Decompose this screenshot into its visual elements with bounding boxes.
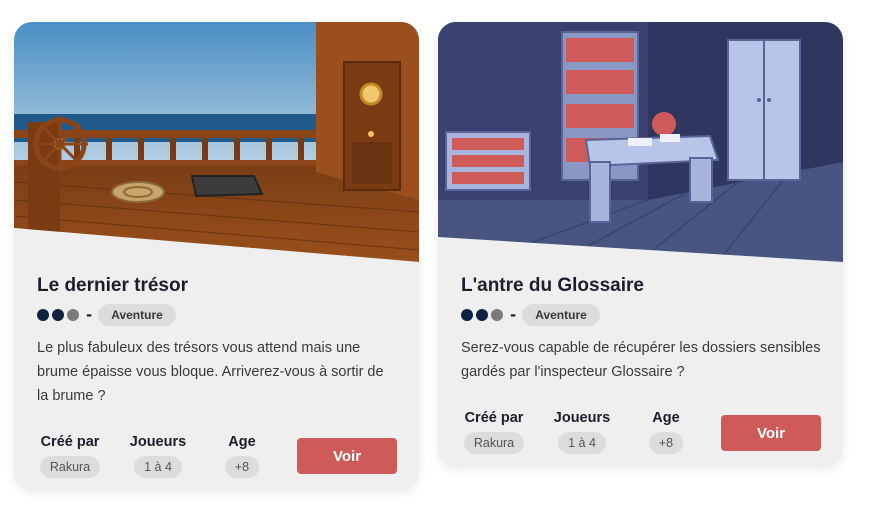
meta-separator: - — [86, 306, 93, 324]
card-title: L'antre du Glossaire — [461, 275, 644, 296]
office-illustration — [438, 22, 843, 262]
card-meta: - Aventure — [37, 304, 176, 326]
players-value: 1 à 4 — [558, 432, 606, 454]
game-card-l-antre-du-glossaire: L'antre du Glossaire - Aventure Serez-vo… — [438, 22, 843, 467]
age-label: Age — [228, 434, 256, 450]
difficulty-dot-empty — [491, 309, 503, 321]
players-info: Joueurs 1 à 4 — [122, 434, 194, 478]
age-info: Age +8 — [638, 410, 694, 454]
genre-badge: Aventure — [522, 304, 600, 326]
players-label: Joueurs — [553, 410, 611, 426]
players-info: Joueurs 1 à 4 — [546, 410, 618, 454]
genre-badge: Aventure — [98, 304, 176, 326]
difficulty-dot-filled — [52, 309, 64, 321]
voir-button[interactable]: Voir — [297, 438, 397, 474]
age-label: Age — [652, 410, 680, 426]
players-value: 1 à 4 — [134, 456, 182, 478]
creator-label: Créé par — [40, 434, 100, 450]
difficulty-dot-filled — [461, 309, 473, 321]
age-value: +8 — [224, 456, 260, 478]
players-label: Joueurs — [129, 434, 187, 450]
card-title: Le dernier trésor — [37, 275, 188, 296]
card-meta: - Aventure — [461, 304, 600, 326]
meta-separator: - — [510, 306, 517, 324]
age-value: +8 — [648, 432, 684, 454]
game-card-le-dernier-tresor: Le dernier trésor - Aventure Le plus fab… — [14, 22, 419, 490]
creator-info: Créé par Rakura — [460, 410, 528, 454]
difficulty-dot-filled — [476, 309, 488, 321]
creator-value: Rakura — [39, 456, 101, 478]
voir-button[interactable]: Voir — [721, 415, 821, 451]
ship-deck-illustration — [14, 22, 419, 262]
card-description: Le plus fabuleux des trésors vous attend… — [37, 340, 384, 404]
creator-info: Créé par Rakura — [36, 434, 104, 478]
creator-label: Créé par — [464, 410, 524, 426]
difficulty-dot-empty — [67, 309, 79, 321]
age-info: Age +8 — [214, 434, 270, 478]
difficulty-dot-filled — [37, 309, 49, 321]
creator-value: Rakura — [463, 432, 525, 454]
card-description: Serez-vous capable de récupérer les doss… — [461, 340, 821, 380]
